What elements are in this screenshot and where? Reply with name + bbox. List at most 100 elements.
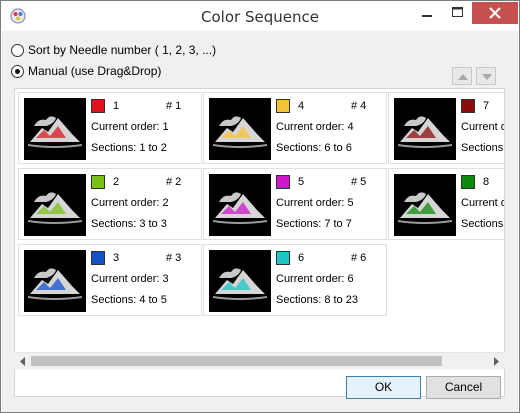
current-order-label: Current order: (91, 121, 160, 133)
scroll-thumb[interactable] (31, 356, 442, 366)
color-sequence-dialog: Color Sequence Sort by Needle number ( 1… (0, 0, 520, 413)
arrow-up-icon (458, 74, 468, 80)
design-thumbnail (209, 250, 271, 312)
sections: Sections: 2 (461, 142, 505, 154)
sections-label: Sections: (276, 218, 322, 230)
color-swatch (276, 99, 290, 113)
current-order-value: 4 (347, 121, 354, 133)
color-card[interactable]: 5 # 5 Current order: 5 Sections: 7 to 7 (203, 168, 387, 240)
dialog-body: Sort by Needle number ( 1, 2, 3, ...) Ma… (2, 31, 518, 412)
color-card[interactable]: 4 # 4 Current order: 4 Sections: 6 to 6 (203, 92, 387, 164)
manual-order-label: Manual (use Drag&Drop) (28, 64, 162, 78)
color-index: 2 (113, 176, 120, 188)
sections-value: 1 to 2 (139, 142, 167, 154)
current-order: Current order: 8 (461, 197, 504, 209)
current-order: Current order: 6 (276, 273, 354, 285)
needle-number: # 2 (166, 176, 182, 188)
color-index: 7 (483, 100, 490, 112)
close-icon (489, 7, 501, 19)
sections: Sections: 6 to 6 (276, 142, 352, 154)
close-button[interactable] (472, 2, 518, 24)
current-order: Current order: 4 (276, 121, 354, 133)
color-swatch (276, 251, 290, 265)
move-down-button[interactable] (476, 67, 496, 85)
current-order: Current order: 5 (276, 197, 354, 209)
current-order-label: Current order: (276, 273, 345, 285)
sections: Sections: 1 to 2 (91, 142, 167, 154)
current-order-label: Current order: (276, 197, 345, 209)
current-order-value: 6 (347, 273, 354, 285)
current-order-label: Current order: (91, 197, 160, 209)
current-order-value: 5 (347, 197, 354, 209)
color-index: 6 (298, 252, 305, 264)
current-order-label: Current order: (461, 121, 504, 133)
title-bar: Color Sequence (1, 1, 519, 31)
minimize-icon (422, 15, 432, 17)
sections: Sections: 3 to 3 (91, 218, 167, 230)
current-order-value: 3 (162, 273, 169, 285)
color-swatch (276, 175, 290, 189)
scroll-right-icon[interactable] (488, 353, 505, 370)
current-order: Current order: 1 (91, 121, 169, 133)
ok-button[interactable]: OK (346, 376, 421, 399)
minimize-button[interactable] (412, 2, 442, 24)
maximize-button[interactable] (442, 2, 472, 24)
needle-number: # 3 (166, 252, 182, 264)
needle-number: # 6 (351, 252, 367, 264)
sections-label: Sections: (461, 142, 505, 154)
sections-label: Sections: (91, 218, 137, 230)
manual-order-option[interactable]: Manual (use Drag&Drop) (11, 63, 161, 79)
current-order: Current order: 2 (91, 197, 169, 209)
move-up-button[interactable] (452, 67, 472, 85)
current-order-label: Current order: (461, 197, 504, 209)
current-order: Current order: 3 (91, 273, 169, 285)
sort-by-needle-radio[interactable] (11, 43, 24, 57)
current-order-label: Current order: (276, 121, 345, 133)
sections: Sections: 4 to 5 (91, 294, 167, 306)
design-thumbnail (24, 174, 86, 236)
design-thumbnail (24, 98, 86, 160)
design-thumbnail (209, 98, 271, 160)
sort-by-needle-label: Sort by Needle number ( 1, 2, 3, ...) (28, 43, 217, 57)
sections-label: Sections: (276, 142, 322, 154)
sections-value: 7 to 7 (324, 218, 352, 230)
scroll-left-icon[interactable] (14, 353, 31, 370)
sections-label: Sections: (91, 142, 137, 154)
sections-value: 6 to 6 (324, 142, 352, 154)
design-thumbnail (24, 250, 86, 312)
color-card[interactable]: 3 # 3 Current order: 3 Sections: 4 to 5 (18, 244, 202, 316)
sections-label: Sections: (461, 218, 505, 230)
cancel-button[interactable]: Cancel (426, 376, 501, 399)
needle-number: # 1 (166, 100, 182, 112)
current-order-value: 2 (162, 197, 169, 209)
color-sequence-grid[interactable]: 1 # 1 Current order: 1 Sections: 1 to 2 2 # 2… (14, 88, 505, 397)
sections-value: 4 to 5 (139, 294, 167, 306)
sections-label: Sections: (91, 294, 137, 306)
sections: Sections: 7 to 7 (276, 218, 352, 230)
sort-by-needle-option[interactable]: Sort by Needle number ( 1, 2, 3, ...) (11, 42, 216, 58)
current-order-label: Current order: (91, 273, 160, 285)
design-thumbnail (209, 174, 271, 236)
design-thumbnail (394, 174, 456, 236)
color-card[interactable]: 6 # 6 Current order: 6 Sections: 8 to 23 (203, 244, 387, 316)
manual-order-radio[interactable] (11, 64, 24, 78)
color-card[interactable]: 1 # 1 Current order: 1 Sections: 1 to 2 (18, 92, 202, 164)
sections: Sections: 8 to 23 (276, 294, 358, 306)
color-card[interactable]: 2 # 2 Current order: 2 Sections: 3 to 3 (18, 168, 202, 240)
needle-number: # 4 (351, 100, 367, 112)
color-index: 5 (298, 176, 305, 188)
color-swatch (461, 175, 475, 189)
maximize-icon (452, 7, 463, 17)
color-index: 3 (113, 252, 120, 264)
design-thumbnail (394, 98, 456, 160)
color-swatch (91, 175, 105, 189)
sections: Sections: 2 (461, 218, 505, 230)
color-card[interactable]: 8 Current order: 8 Sections: 2 (388, 168, 505, 240)
horizontal-scrollbar[interactable] (14, 352, 505, 369)
sections-value: 3 to 3 (139, 218, 167, 230)
color-index: 4 (298, 100, 305, 112)
sections-value: 8 to 23 (324, 294, 358, 306)
needle-number: # 5 (351, 176, 367, 188)
arrow-down-icon (482, 74, 492, 80)
color-card[interactable]: 7 Current order: 7 Sections: 2 (388, 92, 505, 164)
